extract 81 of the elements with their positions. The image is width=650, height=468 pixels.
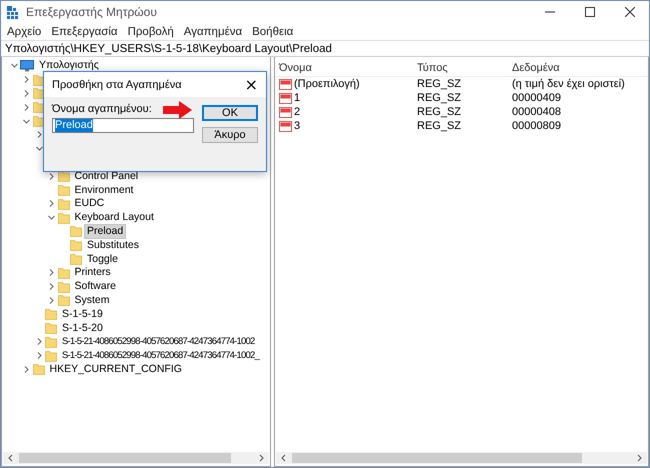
table-cell: 1 (294, 92, 300, 104)
menu-item[interactable]: Βοήθεια (252, 26, 294, 38)
scroll-left-icon[interactable] (280, 454, 288, 462)
menu-item[interactable]: Αγαπημένα (184, 26, 242, 38)
tree-item[interactable]: S-1-5-21-4086052998-4057620687-4247364774-1002_ (60, 349, 261, 362)
field-label: Όνομα αγαπημένου: (52, 103, 152, 115)
cancel-button[interactable]: Άκυρο (202, 127, 258, 143)
tree-item[interactable]: Substitutes (85, 238, 141, 252)
tree-item[interactable]: Printers (72, 266, 113, 280)
table-cell-text: 00000409 (512, 92, 562, 104)
table-cell-text: REG_SZ (417, 78, 462, 90)
tree-item[interactable]: S-1-5-19 (60, 308, 105, 321)
table-cell-text: REG_SZ (417, 92, 462, 104)
string-value-icon (279, 106, 292, 118)
computer-icon (20, 60, 34, 72)
folder-icon (45, 336, 57, 348)
scroll-right-icon[interactable] (635, 454, 643, 462)
arrow-icon (163, 101, 193, 119)
registry-app-icon (7, 6, 20, 18)
string-value-icon (279, 78, 292, 90)
folder-icon (32, 363, 44, 376)
folder-icon (58, 294, 70, 306)
folder-icon (70, 239, 82, 252)
dialog-title: Προσθήκη στα Αγαπημένα (52, 78, 182, 90)
table-cell-text: REG_SZ (417, 120, 462, 132)
address-bar[interactable]: Υπολογιστής\HKEY_USERS\S-1-5-18\Keyboard Layout\Preload (1, 40, 649, 57)
folder-icon (58, 170, 70, 182)
folder-icon (70, 253, 82, 266)
table-cell-text: (η τιμή δεν έχει οριστεί) (512, 78, 626, 90)
chevron-down-icon[interactable] (23, 118, 30, 125)
folder-icon (58, 184, 70, 196)
scroll-right-icon[interactable] (257, 454, 265, 462)
favorite-name-field[interactable]: Preload (52, 118, 194, 133)
menu-item[interactable]: Επεξεργασία (51, 26, 118, 38)
folder-icon (58, 280, 70, 293)
tree-item[interactable]: Environment (72, 184, 136, 197)
tree-item[interactable]: System (72, 294, 112, 307)
folder-icon (58, 212, 70, 224)
string-value-icon (279, 120, 292, 132)
table-cell: (Προεπιλογή) (294, 78, 360, 90)
horizontal-scrollbar[interactable] (3, 452, 269, 464)
table-cell-text: REG_SZ (417, 106, 462, 118)
scroll-left-icon[interactable] (7, 454, 15, 462)
folder-icon (58, 266, 70, 279)
string-value-icon (279, 92, 292, 104)
column-header[interactable]: Τύπος (417, 62, 512, 74)
window-title: Επεξεργαστής Μητρώου (26, 5, 158, 19)
table-cell: 3 (294, 120, 300, 132)
tree-item[interactable]: Υπολογιστής (37, 59, 101, 72)
folder-icon (45, 322, 57, 334)
menu-item[interactable]: Αρχείο (7, 26, 42, 38)
chevron-right-icon[interactable] (48, 200, 55, 208)
chevron-down-icon[interactable] (36, 145, 42, 152)
chevron-down-icon[interactable] (48, 214, 55, 222)
tree-item[interactable]: EUDC (72, 197, 106, 210)
maximize-icon[interactable] (585, 7, 595, 17)
table-cell: 2 (294, 106, 300, 118)
ok-button[interactable]: OK (202, 105, 258, 121)
folder-icon (70, 225, 82, 238)
tree-item[interactable]: HKEY_CURRENT_CONFIG (48, 362, 184, 376)
column-header[interactable]: Όνομα (279, 62, 417, 74)
horizontal-scrollbar[interactable] (276, 452, 647, 464)
chevron-right-icon[interactable] (36, 131, 42, 138)
tree-item[interactable]: Preload (85, 224, 126, 238)
tree-item[interactable]: S-1-5-21-4086052998-4057620687-4247364774-1002 (60, 335, 256, 348)
chevron-down-icon[interactable] (10, 62, 18, 70)
close-button[interactable]: × (244, 76, 258, 92)
close-icon[interactable] (625, 7, 635, 17)
folder-icon (45, 308, 57, 320)
table-cell-text: 00000408 (512, 106, 562, 118)
menu-item[interactable]: Προβολή (128, 26, 174, 38)
folder-icon (58, 198, 70, 210)
column-header[interactable]: Δεδομένα (512, 62, 648, 74)
chevron-right-icon[interactable] (48, 172, 55, 180)
tree-item[interactable]: Toggle (85, 252, 120, 266)
tree-item[interactable]: Keyboard Layout (72, 211, 156, 224)
tree-item[interactable]: Control Panel (72, 170, 140, 183)
folder-icon (45, 350, 57, 362)
table-cell-text: 00000809 (512, 120, 562, 132)
tree-item[interactable]: S-1-5-20 (60, 322, 105, 335)
tree-item[interactable]: Software (72, 280, 118, 294)
